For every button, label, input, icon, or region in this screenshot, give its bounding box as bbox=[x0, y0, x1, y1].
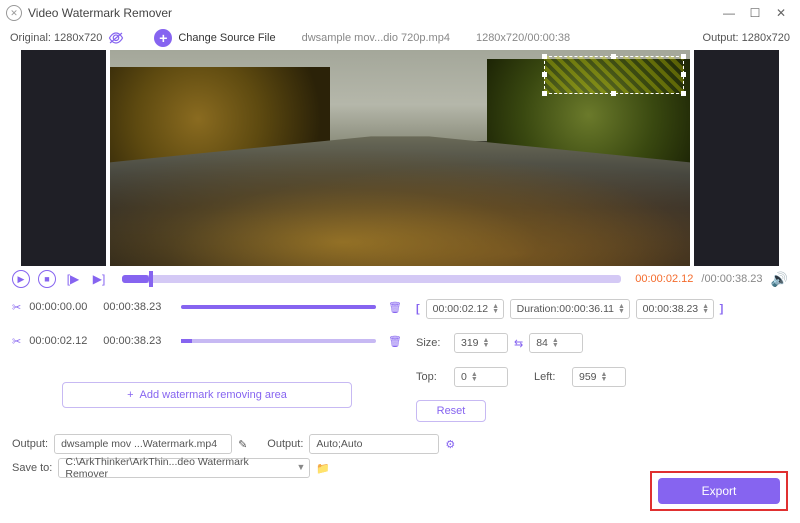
segment-row: ✂ 00:00:00.00 00:00:38.23 🗑 bbox=[12, 296, 402, 318]
size-label: Size: bbox=[416, 337, 448, 349]
preview-padding-left bbox=[21, 50, 106, 266]
add-watermark-area-button[interactable]: + Add watermark removing area bbox=[62, 382, 352, 408]
left-input[interactable]: 959▲▼ bbox=[572, 367, 626, 387]
playback-controls: ▶ ■ [▶ ▶] 00:00:02.12/00:00:38.23 🔊 bbox=[0, 266, 800, 292]
app-title: Video Watermark Remover bbox=[28, 6, 172, 20]
playback-current-time: 00:00:02.12 bbox=[635, 273, 693, 285]
width-input[interactable]: 319▲▼ bbox=[454, 333, 508, 353]
range-start-bracket-icon[interactable]: [ bbox=[416, 303, 420, 315]
top-label: Top: bbox=[416, 371, 448, 383]
properties-panel: [ 00:00:02.12▲▼ Duration:00:00:36.11▲▼ 0… bbox=[416, 296, 788, 422]
timeline-slider[interactable] bbox=[122, 275, 621, 283]
titlebar: ✕ Video Watermark Remover — ☐ ✕ bbox=[0, 0, 800, 26]
output-format-label: Output: bbox=[267, 438, 303, 450]
app-logo-icon: ✕ bbox=[6, 5, 22, 21]
step-back-button[interactable]: [▶ bbox=[64, 270, 82, 288]
change-source-button[interactable]: Change Source File bbox=[178, 32, 275, 44]
scissors-icon[interactable]: ✂ bbox=[12, 335, 21, 348]
playback-total-time: /00:00:38.23 bbox=[701, 273, 762, 285]
step-forward-button[interactable]: ▶] bbox=[90, 270, 108, 288]
output-settings-icon[interactable]: ⚙ bbox=[445, 438, 455, 451]
plus-icon: + bbox=[127, 389, 133, 401]
segment-end: 00:00:38.23 bbox=[103, 301, 169, 313]
export-button[interactable]: Export bbox=[658, 478, 780, 504]
source-resolution-duration: 1280x720/00:00:38 bbox=[476, 32, 570, 44]
segment-end: 00:00:38.23 bbox=[103, 335, 169, 347]
edit-filename-icon[interactable]: ✎ bbox=[238, 438, 247, 451]
save-path-dropdown[interactable]: C:\ArkThinker\ArkThin...deo Watermark Re… bbox=[58, 458, 310, 478]
source-info-row: Original: 1280x720 + Change Source File … bbox=[0, 26, 800, 50]
output-filename-input[interactable]: dwsample mov ...Watermark.mp4 bbox=[54, 434, 232, 454]
segment-start: 00:00:00.00 bbox=[29, 301, 95, 313]
segment-range-bar[interactable] bbox=[181, 305, 376, 309]
link-dimensions-icon[interactable]: ⇆ bbox=[514, 337, 523, 350]
reset-button[interactable]: Reset bbox=[416, 400, 486, 422]
export-highlight: Export bbox=[650, 471, 788, 511]
range-start-input[interactable]: 00:00:02.12▲▼ bbox=[426, 299, 504, 319]
delete-segment-icon[interactable]: 🗑 bbox=[388, 301, 402, 314]
video-preview[interactable] bbox=[110, 50, 690, 266]
stop-button[interactable]: ■ bbox=[38, 270, 56, 288]
maximize-button[interactable]: ☐ bbox=[742, 3, 768, 23]
visibility-toggle-icon[interactable] bbox=[108, 32, 124, 44]
left-label: Left: bbox=[534, 371, 566, 383]
close-button[interactable]: ✕ bbox=[768, 3, 794, 23]
volume-icon[interactable]: 🔊 bbox=[771, 271, 788, 288]
segment-row: ✂ 00:00:02.12 00:00:38.23 🗑 bbox=[12, 330, 402, 352]
minimize-button[interactable]: — bbox=[716, 3, 742, 23]
add-source-icon[interactable]: + bbox=[154, 29, 172, 47]
output-resolution-label: Output: 1280x720 bbox=[703, 32, 790, 44]
preview-padding-right bbox=[694, 50, 779, 266]
range-end-bracket-icon[interactable]: ] bbox=[720, 303, 724, 315]
save-to-label: Save to: bbox=[12, 462, 52, 474]
segments-panel: ✂ 00:00:00.00 00:00:38.23 🗑 ✂ 00:00:02.1… bbox=[12, 296, 402, 422]
watermark-selection-box[interactable] bbox=[544, 56, 684, 94]
range-end-input[interactable]: 00:00:38.23▲▼ bbox=[636, 299, 714, 319]
add-area-label: Add watermark removing area bbox=[140, 389, 287, 401]
height-input[interactable]: 84▲▼ bbox=[529, 333, 583, 353]
source-filename: dwsample mov...dio 720p.mp4 bbox=[302, 32, 450, 44]
output-filename-label: Output: bbox=[12, 438, 48, 450]
delete-segment-icon[interactable]: 🗑 bbox=[388, 335, 402, 348]
segment-range-bar[interactable] bbox=[181, 339, 376, 343]
play-button[interactable]: ▶ bbox=[12, 270, 30, 288]
range-duration-input[interactable]: Duration:00:00:36.11▲▼ bbox=[510, 299, 630, 319]
segment-start: 00:00:02.12 bbox=[29, 335, 95, 347]
preview-area bbox=[0, 50, 800, 266]
output-format-input[interactable]: Auto;Auto bbox=[309, 434, 439, 454]
open-folder-icon[interactable]: 📁 bbox=[316, 462, 330, 475]
scissors-icon[interactable]: ✂ bbox=[12, 301, 21, 314]
original-resolution-label: Original: 1280x720 bbox=[10, 32, 102, 44]
top-input[interactable]: 0▲▼ bbox=[454, 367, 508, 387]
